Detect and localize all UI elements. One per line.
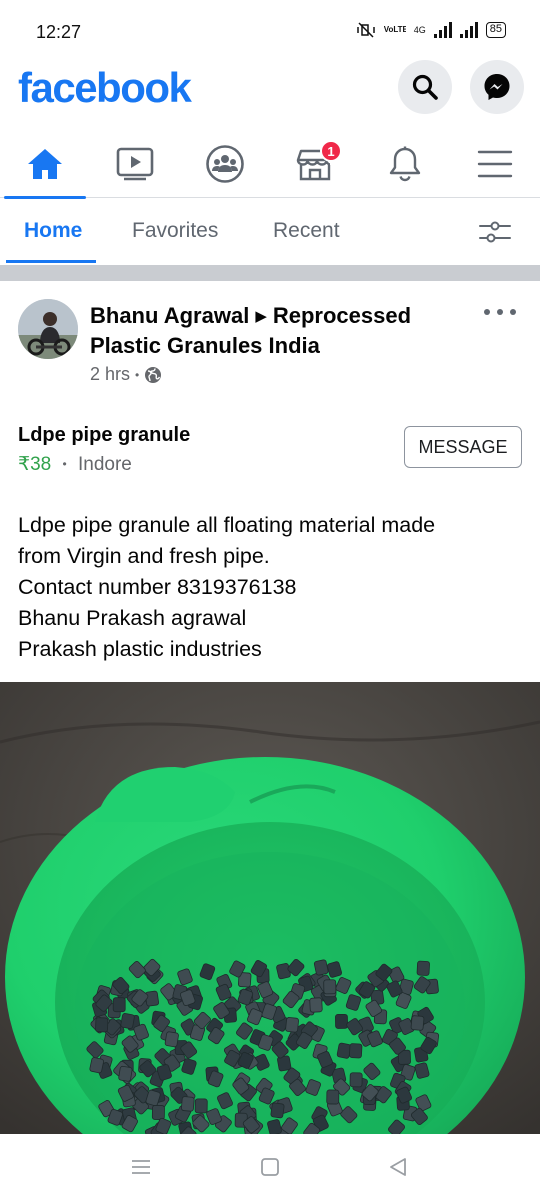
listing-title[interactable]: Ldpe pipe granule (18, 424, 190, 447)
groups-icon (206, 145, 244, 183)
post-text-line: Bhanu Prakash agrawal (18, 606, 247, 630)
marketplace-badge: 1 (320, 140, 342, 162)
feed-divider (0, 265, 540, 281)
marketplace-listing: Ldpe pipe granule ₹38 • Indore MESSAGE (0, 410, 540, 490)
globe-icon (145, 366, 162, 383)
caret-right-icon: ▶ (255, 308, 267, 325)
status-time: 12:27 (36, 22, 82, 42)
tab-home[interactable] (0, 130, 90, 199)
post-author-line: Bhanu Agrawal ▶ Reprocessed Plastic Granul… (90, 301, 470, 360)
facebook-logo[interactable]: facebook (18, 64, 192, 112)
search-button[interactable] (398, 60, 452, 114)
listing-sub: ₹38 • Indore (18, 453, 132, 476)
post-text-line: Ldpe pipe granule all floating material … (18, 513, 436, 537)
tab-watch[interactable] (90, 130, 180, 198)
post-text-line: from Virgin and fresh pipe. (18, 544, 270, 568)
watch-icon (116, 147, 154, 181)
feed-tabs: Home Favorites Recent (0, 199, 540, 265)
tab-menu[interactable] (450, 130, 540, 198)
back-button[interactable] (383, 1154, 413, 1180)
author-name[interactable]: Bhanu Agrawal (90, 303, 249, 328)
main-nav: 1 (0, 130, 540, 199)
filter-sliders-icon (479, 221, 511, 243)
system-nav-bar (0, 1134, 540, 1200)
listing-price: ₹38 (18, 454, 52, 475)
listing-separator: • (62, 457, 67, 471)
recent-apps-button[interactable] (126, 1154, 156, 1180)
author-avatar[interactable] (18, 299, 78, 359)
status-bar: 12:27 VoLTE 4G 85 (0, 0, 540, 60)
mute-vibrate-icon (356, 22, 375, 38)
tab-groups[interactable] (180, 130, 270, 198)
listing-location: Indore (78, 454, 132, 475)
post-text-line: Prakash plastic industries (18, 637, 262, 661)
home-icon (28, 149, 62, 179)
tab-recent[interactable]: Recent (273, 219, 340, 243)
status-icons: VoLTE 4G 85 (356, 22, 506, 38)
back-icon (390, 1158, 406, 1176)
post-text: Ldpe pipe granule all floating material … (18, 510, 528, 665)
app-header: facebook (0, 60, 540, 120)
volte-icon: VoLTE (383, 26, 406, 34)
post-header: Bhanu Agrawal ▶ Reprocessed Plastic Granul… (0, 281, 540, 401)
messenger-button[interactable] (470, 60, 524, 114)
tab-notifications[interactable] (360, 130, 450, 198)
post-meta: 2 hrs • (90, 364, 162, 385)
search-icon (412, 74, 438, 100)
post-options-button[interactable] (484, 303, 516, 321)
more-dots-icon (484, 309, 490, 315)
granules-in-green-bowl-photo (0, 682, 540, 1134)
network-type-label: 4G (413, 25, 426, 35)
tab-marketplace[interactable]: 1 (270, 130, 360, 198)
post-photo[interactable] (0, 682, 540, 1134)
home-system-button[interactable] (255, 1154, 285, 1180)
signal-icon-1 (433, 22, 452, 38)
menu-icon (477, 150, 513, 178)
avatar-photo (18, 299, 78, 359)
recent-apps-icon (132, 1160, 150, 1174)
active-tab-indicator (6, 260, 96, 263)
home-circle-icon (261, 1158, 279, 1176)
signal-icon-2 (459, 22, 478, 38)
post-text-line: Contact number 8319376138 (18, 575, 297, 599)
notifications-icon (389, 146, 421, 182)
post-time[interactable]: 2 hrs (90, 364, 130, 385)
message-button[interactable]: MESSAGE (404, 426, 522, 468)
feed-filter-button[interactable] (478, 217, 512, 247)
tab-favorites[interactable]: Favorites (132, 219, 218, 243)
messenger-icon (484, 74, 510, 100)
meta-separator: • (135, 367, 140, 382)
tab-home-feed[interactable]: Home (24, 219, 82, 243)
battery-icon: 85 (485, 22, 506, 38)
